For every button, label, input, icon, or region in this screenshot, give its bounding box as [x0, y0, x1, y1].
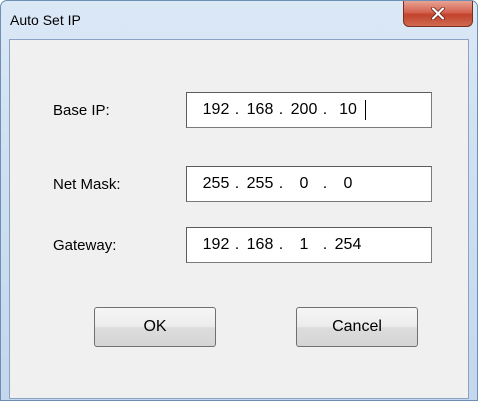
text-caret: [365, 100, 366, 120]
close-icon: [431, 7, 445, 20]
net-mask-input[interactable]: 255 . 255 . 0 . 0: [186, 166, 432, 202]
octet-separator: .: [278, 101, 284, 118]
octet-separator: .: [322, 175, 328, 192]
auto-set-ip-dialog: Auto Set IP Base IP: 192 . 168 . 200 . 1…: [0, 0, 478, 401]
base-ip-input[interactable]: 192 . 168 . 200 . 10: [186, 92, 432, 128]
base-ip-octet-3[interactable]: 200: [286, 101, 322, 119]
title-bar[interactable]: Auto Set IP: [1, 1, 477, 31]
net-mask-octet-4[interactable]: 0: [330, 175, 366, 193]
window-title: Auto Set IP: [10, 12, 81, 28]
octet-separator: .: [234, 236, 240, 253]
net-mask-octet-2[interactable]: 255: [242, 175, 278, 193]
base-ip-octet-1[interactable]: 192: [198, 101, 234, 119]
dialog-body: Base IP: 192 . 168 . 200 . 10 Net Mask: …: [9, 39, 469, 399]
octet-separator: .: [278, 175, 284, 192]
gateway-octet-2[interactable]: 168: [242, 236, 278, 254]
base-ip-label: Base IP:: [53, 102, 110, 119]
ok-button[interactable]: OK: [94, 307, 216, 347]
gateway-octet-3[interactable]: 1: [286, 236, 322, 254]
net-mask-octet-1[interactable]: 255: [198, 175, 234, 193]
base-ip-octet-2[interactable]: 168: [242, 101, 278, 119]
cancel-button[interactable]: Cancel: [296, 307, 418, 347]
close-button[interactable]: [403, 1, 473, 27]
base-ip-octet-4[interactable]: 10: [330, 101, 366, 119]
gateway-input[interactable]: 192 . 168 . 1 . 254: [186, 227, 432, 263]
gateway-label: Gateway:: [53, 237, 117, 254]
gateway-octet-1[interactable]: 192: [198, 236, 234, 254]
net-mask-octet-3[interactable]: 0: [286, 175, 322, 193]
octet-separator: .: [322, 236, 328, 253]
octet-separator: .: [278, 236, 284, 253]
octet-separator: .: [234, 101, 240, 118]
gateway-octet-4[interactable]: 254: [330, 236, 366, 254]
octet-separator: .: [322, 101, 328, 118]
net-mask-label: Net Mask:: [53, 176, 121, 193]
octet-separator: .: [234, 175, 240, 192]
